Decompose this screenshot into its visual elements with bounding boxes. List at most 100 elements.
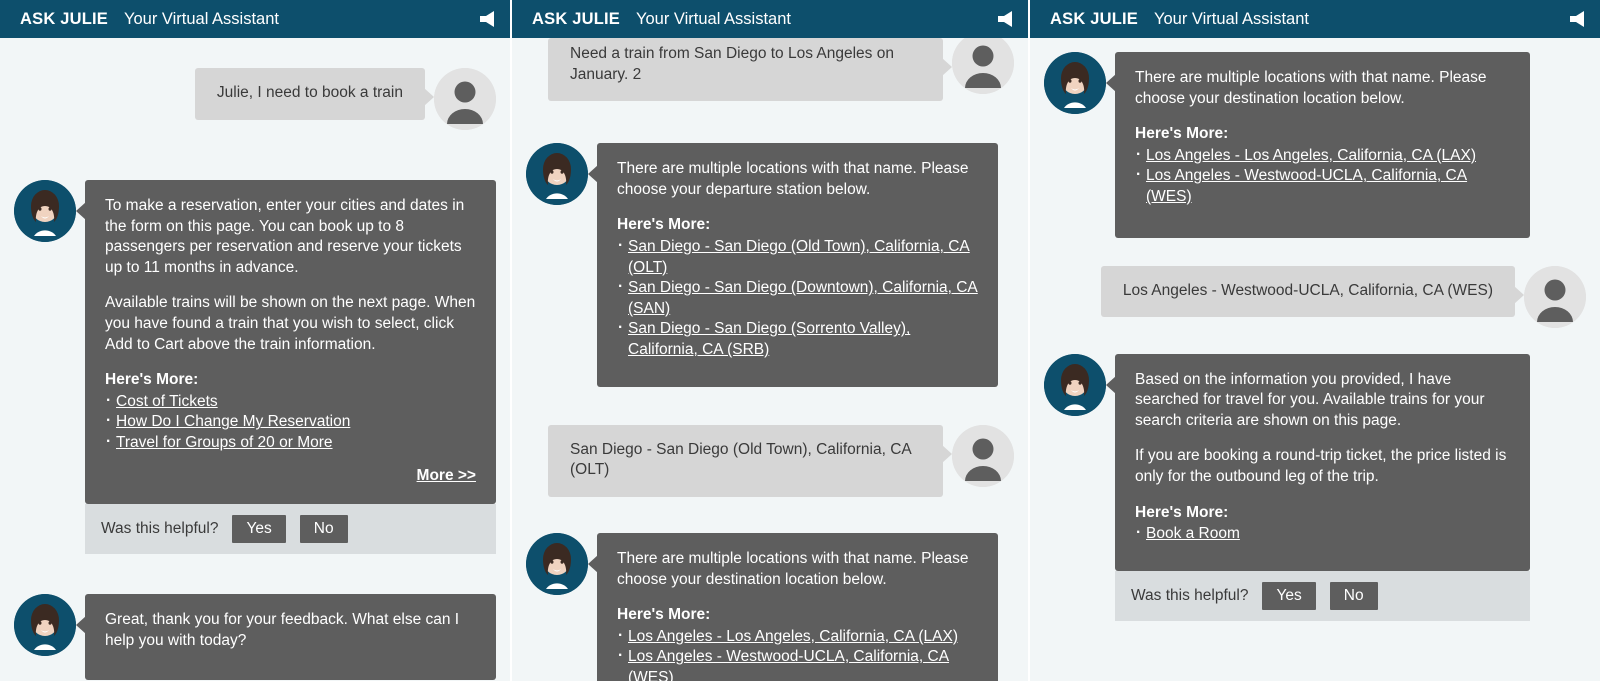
message-paragraph-2: Available trains will be shown on the ne… [105, 293, 476, 355]
user-avatar [952, 425, 1014, 487]
message-text: San Diego - San Diego (Old Town), Califo… [570, 440, 921, 481]
bot-avatar-julie [526, 533, 588, 595]
heres-more-list: Los Angeles - Los Angeles, California, C… [1135, 146, 1510, 208]
link-book-a-room[interactable]: Book a Room [1146, 525, 1240, 542]
link-los-angeles-westwood-ucla[interactable]: Los Angeles - Westwood-UCLA, California,… [628, 648, 949, 681]
feedback-yes-button[interactable]: Yes [232, 515, 285, 543]
list-item: San Diego - San Diego (Old Town), Califo… [617, 237, 978, 278]
heres-more-title: Here's More: [1135, 503, 1510, 524]
feedback-bar: Was this helpful? Yes No [85, 504, 496, 554]
link-san-diego-sorrento-valley[interactable]: San Diego - San Diego (Sorrento Valley),… [628, 320, 910, 358]
bot-message-bubble: There are multiple locations with that n… [597, 533, 998, 681]
link-san-diego-downtown[interactable]: San Diego - San Diego (Downtown), Califo… [628, 279, 978, 317]
feedback-label: Was this helpful? [101, 520, 218, 538]
heres-more-list: San Diego - San Diego (Old Town), Califo… [617, 237, 978, 361]
list-item: San Diego - San Diego (Downtown), Califo… [617, 278, 978, 319]
bubble-container: Need a train from San Diego to Los Angel… [548, 38, 952, 101]
user-message-bubble: Julie, I need to book a train [195, 68, 425, 120]
panel-2-chat-log: Need a train from San Diego to Los Angel… [512, 38, 1028, 681]
speaker-icon[interactable] [992, 9, 1014, 29]
heres-more-list: Book a Room [1135, 524, 1510, 545]
bot-avatar-julie [1044, 354, 1106, 416]
panel-3-chat-log: There are multiple locations with that n… [1030, 52, 1600, 681]
user-avatar [1524, 266, 1586, 328]
chat-panel-2: ASK JULIE Your Virtual Assistant Need a … [512, 0, 1030, 681]
message-text: Julie, I need to book a train [217, 83, 403, 104]
user-avatar [952, 32, 1014, 94]
feedback-no-button[interactable]: No [1330, 582, 1378, 610]
chat-row-user: San Diego - San Diego (Old Town), Califo… [526, 425, 1014, 497]
feedback-bar: Was this helpful? Yes No [1115, 571, 1530, 621]
list-item: Book a Room [1135, 524, 1510, 545]
brand-title: ASK JULIE [532, 10, 620, 29]
feedback-label: Was this helpful? [1131, 587, 1248, 605]
heres-more-title: Here's More: [617, 605, 978, 626]
feedback-no-button[interactable]: No [300, 515, 348, 543]
chat-panel-3: ASK JULIE Your Virtual Assistant [1030, 0, 1600, 681]
user-message-bubble: San Diego - San Diego (Old Town), Califo… [548, 425, 943, 497]
user-avatar [434, 68, 496, 130]
bubble-container: There are multiple locations with that n… [1106, 52, 1530, 238]
three-panel-chat-screenshot: ASK JULIE Your Virtual Assistant Julie, … [0, 0, 1600, 681]
brand-subtitle: Your Virtual Assistant [1154, 10, 1309, 29]
heres-more-title: Here's More: [1135, 124, 1510, 145]
bubble-container: Based on the information you provided, I… [1106, 354, 1530, 621]
message-text: There are multiple locations with that n… [617, 549, 978, 590]
list-item: Los Angeles - Los Angeles, California, C… [1135, 146, 1510, 167]
more-link[interactable]: More >> [105, 466, 476, 487]
message-text: Los Angeles - Westwood-UCLA, California,… [1123, 281, 1493, 302]
bot-message-bubble: There are multiple locations with that n… [597, 143, 998, 386]
list-item: Los Angeles - Westwood-UCLA, California,… [1135, 166, 1510, 207]
link-los-angeles-lax[interactable]: Los Angeles - Los Angeles, California, C… [628, 628, 958, 645]
bot-avatar-julie [14, 594, 76, 656]
list-item: Los Angeles - Westwood-UCLA, California,… [617, 647, 978, 681]
message-paragraph-1: To make a reservation, enter your cities… [105, 196, 476, 278]
chat-row-bot: Great, thank you for your feedback. What… [14, 594, 496, 679]
user-message-bubble: Need a train from San Diego to Los Angel… [548, 38, 943, 101]
list-item: San Diego - San Diego (Sorrento Valley),… [617, 319, 978, 360]
chat-row-user: Need a train from San Diego to Los Angel… [526, 38, 1014, 101]
chat-row-user: Julie, I need to book a train [14, 68, 496, 130]
heres-more-list: Cost of Tickets How Do I Change My Reser… [105, 392, 476, 454]
link-los-angeles-lax[interactable]: Los Angeles - Los Angeles, California, C… [1146, 147, 1476, 164]
bubble-container: Julie, I need to book a train [195, 68, 434, 120]
bot-message-bubble: To make a reservation, enter your cities… [85, 180, 496, 504]
list-item: Cost of Tickets [105, 392, 476, 413]
link-change-reservation[interactable]: How Do I Change My Reservation [116, 413, 350, 430]
speaker-icon[interactable] [1564, 9, 1586, 29]
message-paragraph-2: If you are booking a round-trip ticket, … [1135, 446, 1510, 487]
message-paragraph-1: Based on the information you provided, I… [1135, 370, 1510, 432]
link-cost-of-tickets[interactable]: Cost of Tickets [116, 393, 218, 410]
bot-message-bubble: Based on the information you provided, I… [1115, 354, 1530, 571]
bot-avatar-julie [1044, 52, 1106, 114]
panel-3-header: ASK JULIE Your Virtual Assistant [1030, 0, 1600, 38]
list-item: Travel for Groups of 20 or More [105, 433, 476, 454]
chat-row-bot: There are multiple locations with that n… [526, 533, 1014, 681]
panel-1-chat-log: Julie, I need to book a train [0, 38, 510, 681]
chat-row-bot: There are multiple locations with that n… [1044, 52, 1586, 238]
bot-message-bubble: Great, thank you for your feedback. What… [85, 594, 496, 679]
bubble-container: There are multiple locations with that n… [588, 533, 998, 681]
bubble-container: To make a reservation, enter your cities… [76, 180, 496, 554]
list-item: How Do I Change My Reservation [105, 412, 476, 433]
heres-more-list: Los Angeles - Los Angeles, California, C… [617, 627, 978, 681]
link-group-travel[interactable]: Travel for Groups of 20 or More [116, 434, 333, 451]
chat-row-bot: There are multiple locations with that n… [526, 143, 1014, 386]
bubble-container: San Diego - San Diego (Old Town), Califo… [548, 425, 952, 497]
feedback-yes-button[interactable]: Yes [1262, 582, 1315, 610]
message-text: There are multiple locations with that n… [617, 159, 978, 200]
chat-row-bot: Based on the information you provided, I… [1044, 354, 1586, 621]
list-item: Los Angeles - Los Angeles, California, C… [617, 627, 978, 648]
brand-subtitle: Your Virtual Assistant [124, 10, 279, 29]
bubble-container: Great, thank you for your feedback. What… [76, 594, 496, 679]
chat-row-bot: To make a reservation, enter your cities… [14, 180, 496, 554]
speaker-icon[interactable] [474, 9, 496, 29]
chat-row-user: Los Angeles - Westwood-UCLA, California,… [1044, 266, 1586, 328]
message-text: Need a train from San Diego to Los Angel… [570, 44, 921, 85]
user-message-bubble: Los Angeles - Westwood-UCLA, California,… [1101, 266, 1515, 318]
link-san-diego-old-town[interactable]: San Diego - San Diego (Old Town), Califo… [628, 238, 970, 276]
brand-title: ASK JULIE [1050, 10, 1138, 29]
brand-title: ASK JULIE [20, 10, 108, 29]
link-los-angeles-westwood-ucla[interactable]: Los Angeles - Westwood-UCLA, California,… [1146, 167, 1467, 205]
bubble-container: There are multiple locations with that n… [588, 143, 998, 386]
